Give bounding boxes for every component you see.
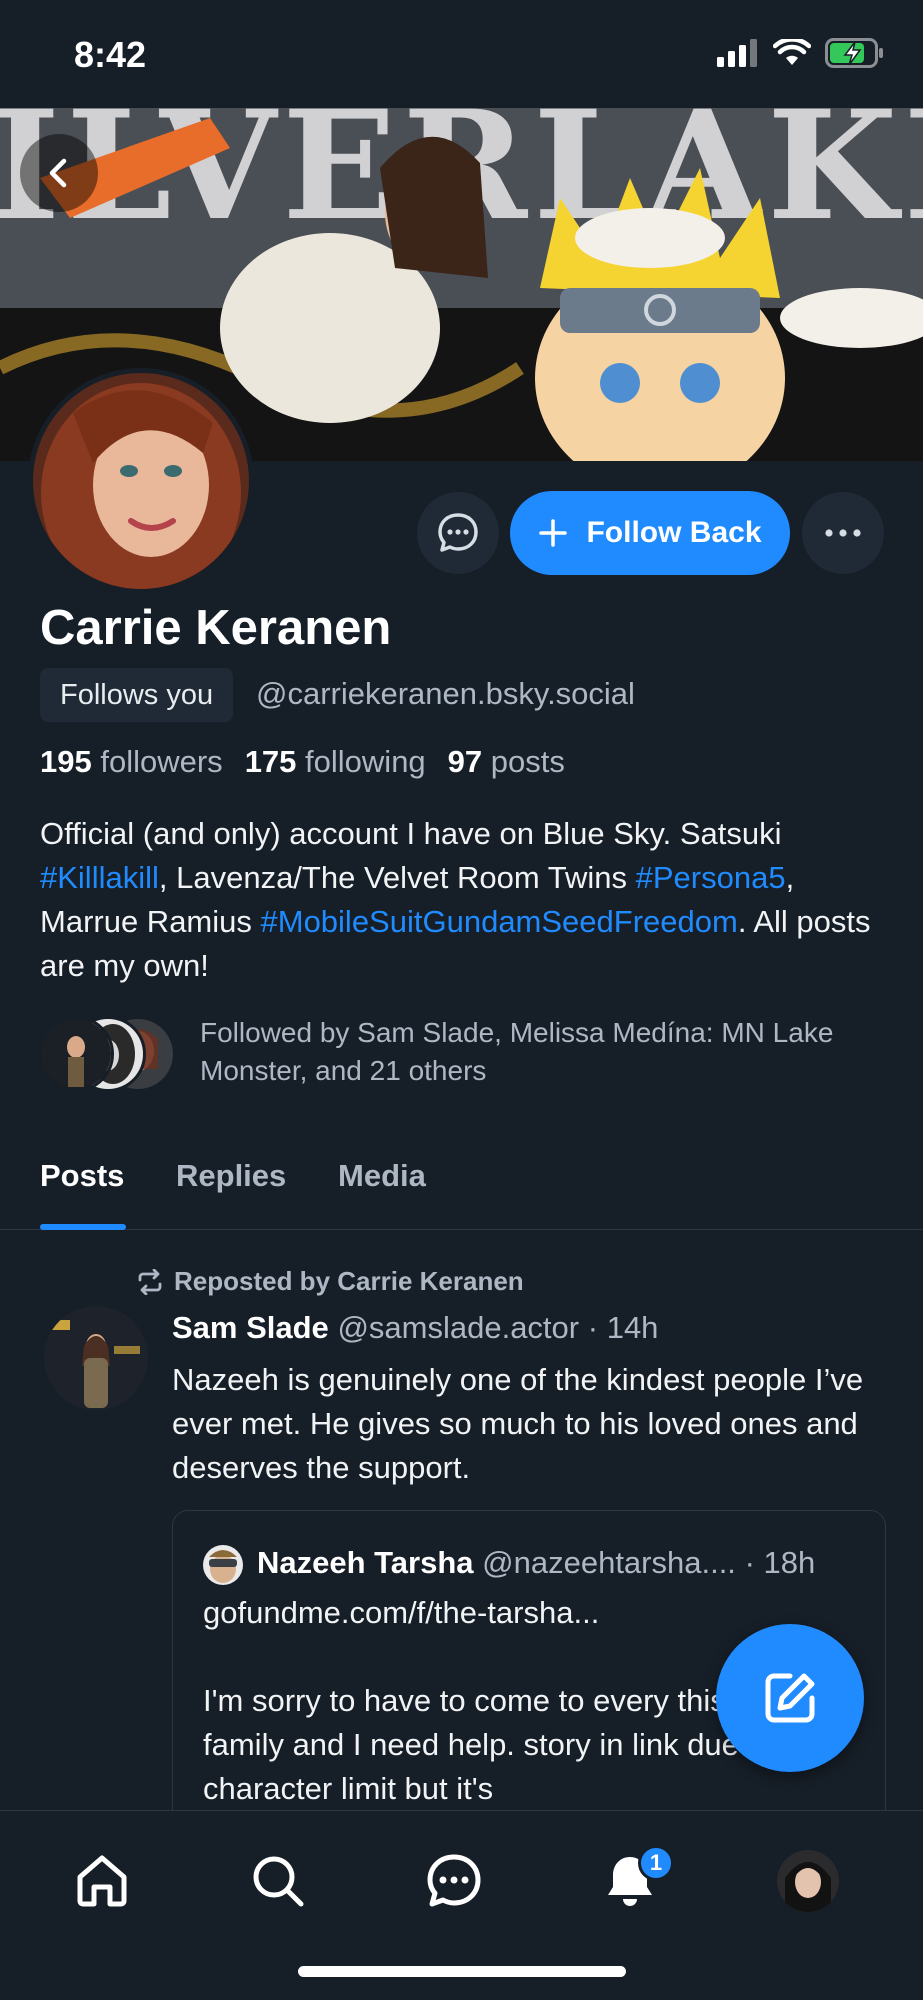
posts-stat: 97 posts (448, 744, 565, 780)
tab-media[interactable]: Media (338, 1158, 426, 1194)
avatar (777, 1850, 839, 1912)
chevron-left-icon (49, 158, 67, 188)
profile-avatar[interactable] (28, 368, 254, 594)
more-horizontal-icon (825, 529, 861, 537)
posts-label: posts (490, 744, 565, 779)
repost-icon (138, 1268, 162, 1295)
following-count: 175 (244, 744, 297, 779)
hashtag-link[interactable]: #Killlakill (40, 860, 159, 895)
search-icon (253, 1856, 304, 1907)
notification-badge: 1 (638, 1845, 674, 1881)
repost-indicator[interactable]: Reposted by Carrie Keranen (136, 1266, 524, 1297)
more-options-button[interactable] (802, 492, 884, 574)
post-author-name[interactable]: Sam Slade (172, 1310, 329, 1345)
dot-separator: · (587, 1310, 599, 1345)
nav-search[interactable] (238, 1841, 318, 1921)
wifi-icon (773, 39, 811, 65)
tab-posts[interactable]: Posts (40, 1158, 124, 1194)
profile-stats: 195 followers 175 following 97 posts (40, 744, 565, 780)
message-button[interactable] (417, 492, 499, 574)
battery-charging-icon (825, 38, 883, 68)
status-bar: 8:42 (0, 0, 923, 108)
post-author-avatar[interactable] (44, 1306, 148, 1410)
post-text: Nazeeh is genuinely one of the kindest p… (172, 1362, 864, 1485)
plus-icon (539, 519, 568, 547)
follow-back-button[interactable]: Follow Back (510, 491, 790, 575)
quote-author-name: Nazeeh Tarsha (257, 1545, 474, 1580)
followers-label: followers (100, 744, 223, 779)
home-indicator (298, 1966, 626, 1977)
avatar (38, 1016, 114, 1092)
post-header: Sam Slade @samslade.actor · 14h (172, 1310, 658, 1346)
compose-icon (765, 1673, 815, 1723)
avatar-image (33, 373, 249, 589)
followers-count: 195 (40, 744, 92, 779)
dot-separator: · (744, 1545, 755, 1580)
display-name: Carrie Keranen (40, 601, 392, 655)
followed-by-text[interactable]: Followed by Sam Slade, Melissa Medína: M… (200, 1014, 860, 1090)
following-label: following (305, 744, 426, 779)
signal-icon (717, 39, 757, 67)
profile-tabs: Posts Replies Media (0, 1120, 923, 1230)
posts-count: 97 (447, 744, 483, 779)
quote-header: Nazeeh Tarsha @nazeehtarsha.... · 18h (257, 1545, 815, 1581)
home-icon (77, 1855, 127, 1907)
chat-bubble-icon (438, 513, 478, 552)
quote-time: 18h (763, 1545, 816, 1580)
follows-you-badge: Follows you (40, 668, 234, 722)
profile-bio: Official (and only) account I have on Bl… (40, 812, 900, 988)
quote-author-handle: @nazeehtarsha.... (482, 1545, 736, 1580)
compose-post-button[interactable] (716, 1624, 864, 1772)
follow-back-label: Follow Back (586, 516, 762, 549)
hashtag-link[interactable]: #MobileSuitGundamSeedFreedom (261, 904, 738, 939)
bio-text: Official (and only) account I have on Bl… (40, 816, 782, 851)
back-button[interactable] (20, 134, 98, 212)
hashtag-link[interactable]: #Persona5 (636, 860, 786, 895)
chat-icon (427, 1854, 481, 1907)
nav-home[interactable] (62, 1841, 142, 1921)
nav-chat[interactable] (414, 1841, 494, 1921)
repost-label: Reposted by Carrie Keranen (174, 1266, 524, 1296)
quote-author-avatar (203, 1545, 243, 1585)
followed-by-avatars[interactable] (38, 1016, 178, 1092)
followers-stat[interactable]: 195 followers (40, 744, 223, 780)
nav-profile[interactable] (768, 1841, 848, 1921)
following-stat[interactable]: 175 following (245, 744, 426, 780)
post-time: 14h (606, 1310, 659, 1345)
bio-text: , Lavenza/The Velvet Room Twins (158, 860, 636, 895)
tab-replies[interactable]: Replies (176, 1158, 286, 1194)
profile-handle: @carriekeranen.bsky.social (256, 676, 635, 711)
status-icons (717, 38, 885, 68)
post-author-handle[interactable]: @samslade.actor (337, 1310, 579, 1345)
active-tab-indicator (40, 1224, 126, 1230)
nav-notifications[interactable]: 1 (590, 1841, 674, 1921)
status-time: 8:42 (74, 34, 147, 75)
